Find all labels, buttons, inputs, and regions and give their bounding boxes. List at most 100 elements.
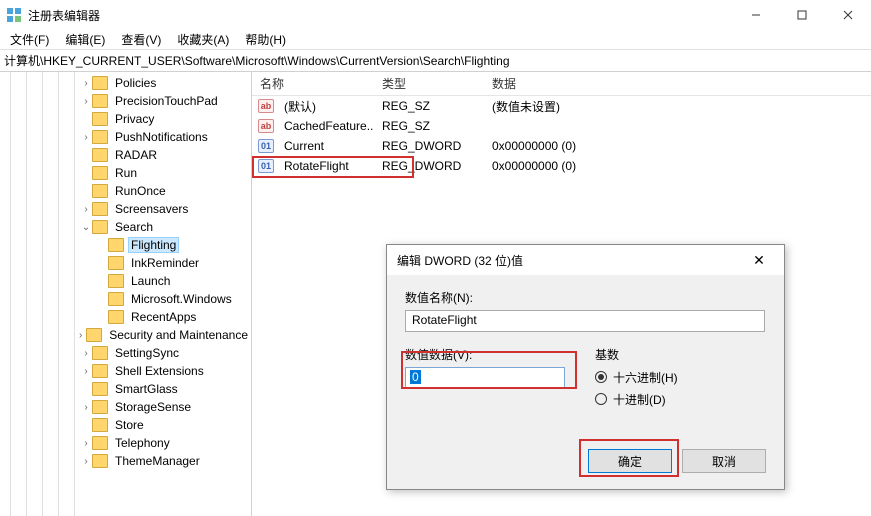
tree-item-storagesense[interactable]: › StorageSense (0, 398, 251, 416)
menubar: 文件(F) 编辑(E) 查看(V) 收藏夹(A) 帮助(H) (0, 30, 871, 50)
tree-item-recentapps[interactable]: RecentApps (0, 308, 251, 326)
tree-item-run[interactable]: Run (0, 164, 251, 182)
expander-icon[interactable]: › (80, 366, 92, 377)
col-data[interactable]: 数据 (484, 71, 871, 96)
tree-item-store[interactable]: Store (0, 416, 251, 434)
registry-tree[interactable]: ›Policies›PrecisionTouchPadPrivacy›PushN… (0, 72, 252, 516)
expander-icon[interactable]: › (80, 132, 92, 143)
string-value-icon: ab (258, 99, 274, 113)
tree-item-precisiontouchpad[interactable]: ›PrecisionTouchPad (0, 92, 251, 110)
folder-icon (108, 310, 124, 324)
tree-item-microsoft-windows[interactable]: Microsoft.Windows (0, 290, 251, 308)
value-type: REG_DWORD (374, 137, 484, 155)
menu-file[interactable]: 文件(F) (4, 29, 55, 50)
tree-item-settingsync[interactable]: › SettingSync (0, 344, 251, 362)
dialog-titlebar[interactable]: 编辑 DWORD (32 位)值 ✕ (387, 245, 784, 275)
radio-hex[interactable]: 十六进制(H) (595, 367, 678, 387)
expander-icon[interactable]: › (80, 78, 92, 89)
titlebar: 注册表编辑器 (0, 0, 871, 30)
value-row[interactable]: 01CurrentREG_DWORD0x00000000 (0) (252, 136, 871, 156)
value-row[interactable]: ab(默认)REG_SZ(数值未设置) (252, 96, 871, 116)
minimize-button[interactable] (733, 0, 779, 30)
expander-icon[interactable]: › (80, 96, 92, 107)
tree-item-pushnotifications[interactable]: ›PushNotifications (0, 128, 251, 146)
cancel-button[interactable]: 取消 (682, 449, 766, 473)
dialog-title: 编辑 DWORD (32 位)值 (397, 252, 744, 269)
col-name[interactable]: 名称 (252, 71, 374, 96)
tree-item-label: Store (112, 417, 147, 433)
expander-icon[interactable]: › (80, 402, 92, 413)
tree-guideline (10, 72, 11, 516)
expander-icon[interactable]: › (80, 456, 92, 467)
dialog-close-button[interactable]: ✕ (744, 252, 774, 269)
menu-view[interactable]: 查看(V) (115, 29, 167, 50)
value-row[interactable]: 01RotateFlightREG_DWORD0x00000000 (0) (252, 156, 871, 176)
tree-guideline (42, 72, 43, 516)
folder-icon (92, 202, 108, 216)
folder-icon (92, 436, 108, 450)
value-type: REG_SZ (374, 117, 484, 135)
tree-item-radar[interactable]: RADAR (0, 146, 251, 164)
maximize-button[interactable] (779, 0, 825, 30)
value-data (484, 124, 871, 128)
tree-item-smartglass[interactable]: SmartGlass (0, 380, 251, 398)
expander-icon[interactable]: › (80, 348, 92, 359)
value-name: Current (276, 137, 374, 155)
tree-item-label: RADAR (112, 147, 160, 163)
folder-icon (92, 346, 108, 360)
value-data-input[interactable]: 0 (405, 367, 565, 389)
folder-icon (92, 166, 108, 180)
menu-help[interactable]: 帮助(H) (239, 29, 292, 50)
address-bar[interactable]: 计算机\HKEY_CURRENT_USER\Software\Microsoft… (0, 50, 871, 72)
tree-item-launch[interactable]: Launch (0, 272, 251, 290)
tree-item-security-and-maintenance[interactable]: › Security and Maintenance (0, 326, 251, 344)
expander-icon[interactable]: › (80, 438, 92, 449)
value-data: (数值未设置) (484, 96, 871, 117)
tree-item-label: StorageSense (112, 399, 194, 415)
menu-edit[interactable]: 编辑(E) (59, 29, 111, 50)
folder-icon (92, 418, 108, 432)
tree-item-label: Security and Maintenance (106, 327, 251, 343)
tree-item-telephony[interactable]: ›Telephony (0, 434, 251, 452)
regedit-icon (6, 7, 22, 23)
folder-icon (92, 94, 108, 108)
value-data: 0x00000000 (0) (484, 137, 871, 155)
radio-dec[interactable]: 十进制(D) (595, 389, 678, 409)
folder-icon (108, 238, 124, 252)
tree-item-policies[interactable]: ›Policies (0, 74, 251, 92)
tree-item-inkreminder[interactable]: InkReminder (0, 254, 251, 272)
window-title: 注册表编辑器 (28, 7, 733, 24)
tree-item-privacy[interactable]: Privacy (0, 110, 251, 128)
tree-item-label: Launch (128, 273, 173, 289)
tree-item-thememanager[interactable]: ›ThemeManager (0, 452, 251, 470)
tree-item-label: Flighting (128, 237, 179, 253)
tree-item-label: InkReminder (128, 255, 202, 271)
radio-hex-indicator (595, 371, 607, 383)
folder-icon (92, 382, 108, 396)
expander-icon[interactable]: › (80, 204, 92, 215)
dword-value-icon: 01 (258, 139, 274, 153)
tree-item-runonce[interactable]: RunOnce (0, 182, 251, 200)
ok-button[interactable]: 确定 (588, 449, 672, 473)
value-row[interactable]: abCachedFeature...REG_SZ (252, 116, 871, 136)
folder-icon (86, 328, 102, 342)
tree-item-flighting[interactable]: Flighting (0, 236, 251, 254)
tree-item-label: SettingSync (112, 345, 182, 361)
value-name-input[interactable]: RotateFlight (405, 310, 765, 332)
tree-item-shell-extensions[interactable]: ›Shell Extensions (0, 362, 251, 380)
close-button[interactable] (825, 0, 871, 30)
tree-item-screensavers[interactable]: ›Screensavers (0, 200, 251, 218)
tree-guideline (58, 72, 59, 516)
tree-item-label: Search (112, 219, 156, 235)
col-type[interactable]: 类型 (374, 71, 484, 96)
value-data-label: 数值数据(V): (405, 346, 565, 363)
expander-icon[interactable]: › (75, 330, 86, 341)
value-name-label: 数值名称(N): (405, 289, 766, 306)
folder-icon (92, 76, 108, 90)
string-value-icon: ab (258, 119, 274, 133)
tree-item-search[interactable]: ⌄ Search (0, 218, 251, 236)
folder-icon (92, 400, 108, 414)
expander-icon[interactable]: ⌄ (80, 222, 92, 233)
address-text: 计算机\HKEY_CURRENT_USER\Software\Microsoft… (4, 52, 510, 69)
menu-favorites[interactable]: 收藏夹(A) (171, 29, 235, 50)
